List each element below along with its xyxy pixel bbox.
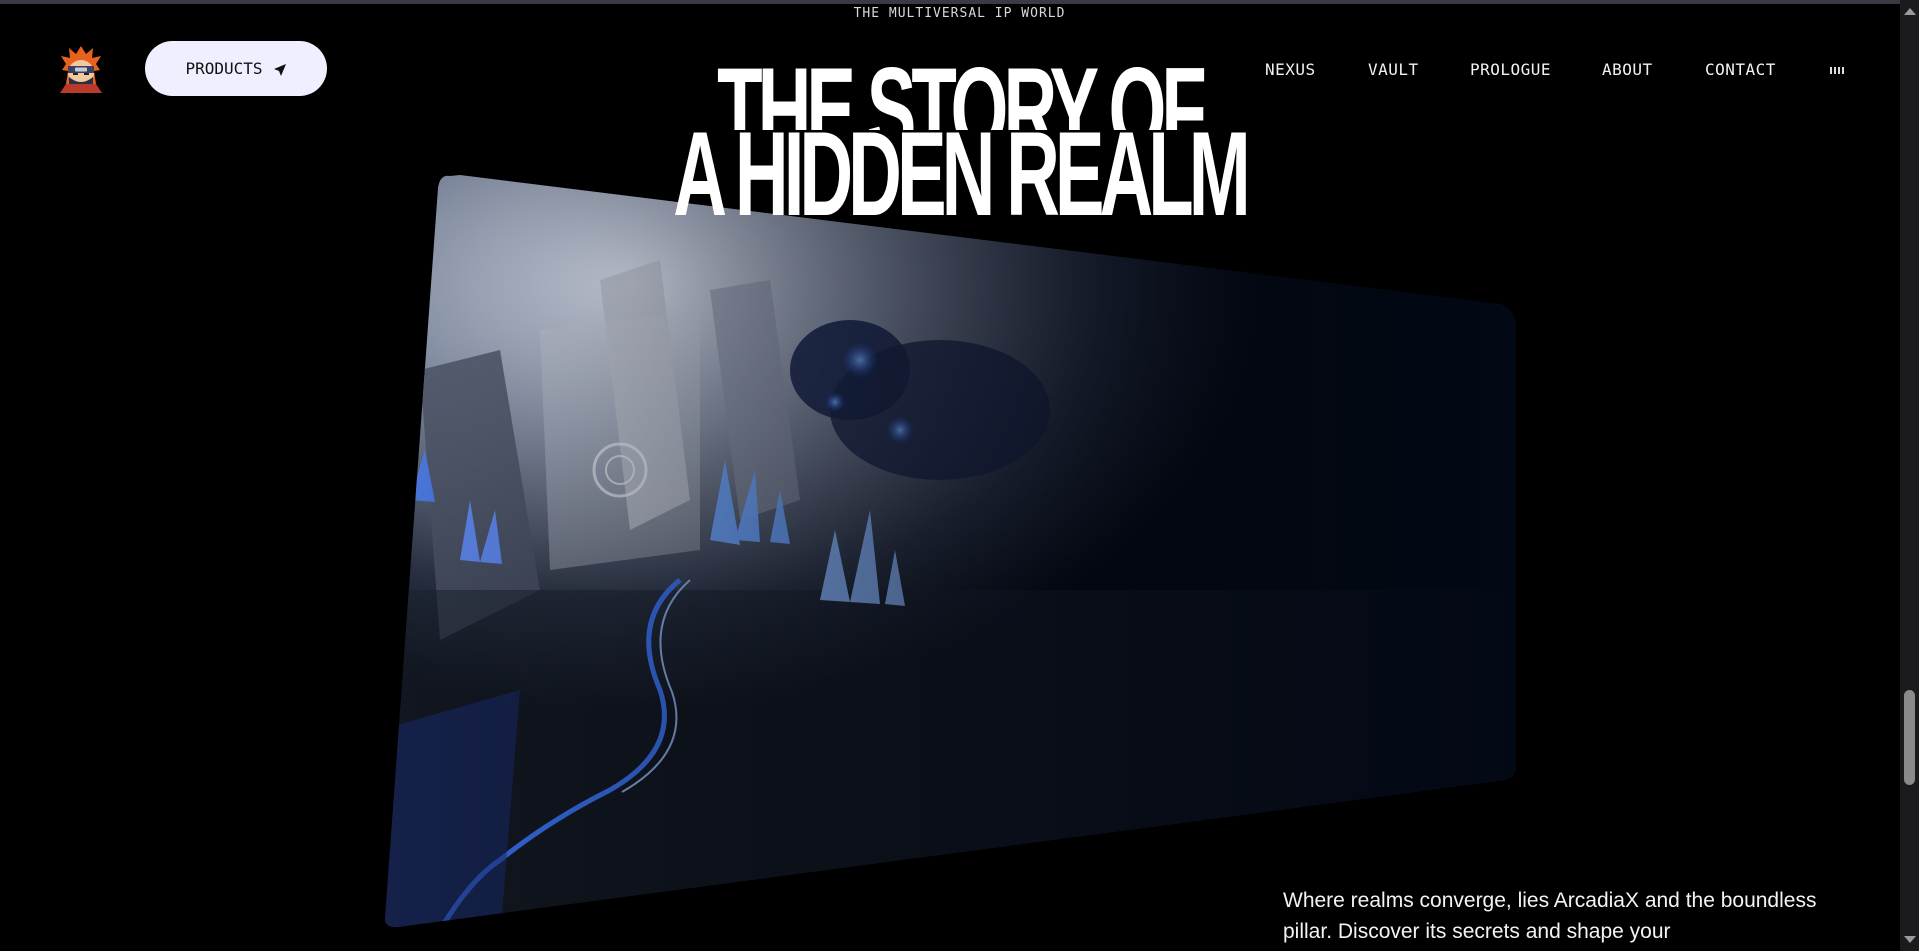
nav-item-about[interactable]: ABOUT: [1602, 60, 1653, 79]
scrollbar[interactable]: [1900, 0, 1919, 951]
scroll-down-arrow-icon[interactable]: [1904, 936, 1916, 943]
hero-image-frame: [380, 170, 1520, 940]
eyebrow-text: THE MULTIVERSAL IP WORLD: [853, 6, 1066, 21]
hero-title-line2: A HIDDEN REALM: [673, 107, 1251, 241]
intro-paragraph: Where realms converge, lies ArcadiaX and…: [1283, 889, 1817, 943]
window-top-strip: [0, 0, 1919, 4]
audio-bars-icon[interactable]: [1830, 64, 1844, 74]
scroll-thumb[interactable]: [1904, 690, 1915, 785]
crystal-cave-image: [384, 175, 1516, 928]
hero-title: THE STORY OF A HIDDEN REALM: [365, 60, 1555, 260]
nav-item-contact[interactable]: CONTACT: [1705, 60, 1776, 79]
scroll-up-arrow-icon[interactable]: [1904, 8, 1916, 15]
